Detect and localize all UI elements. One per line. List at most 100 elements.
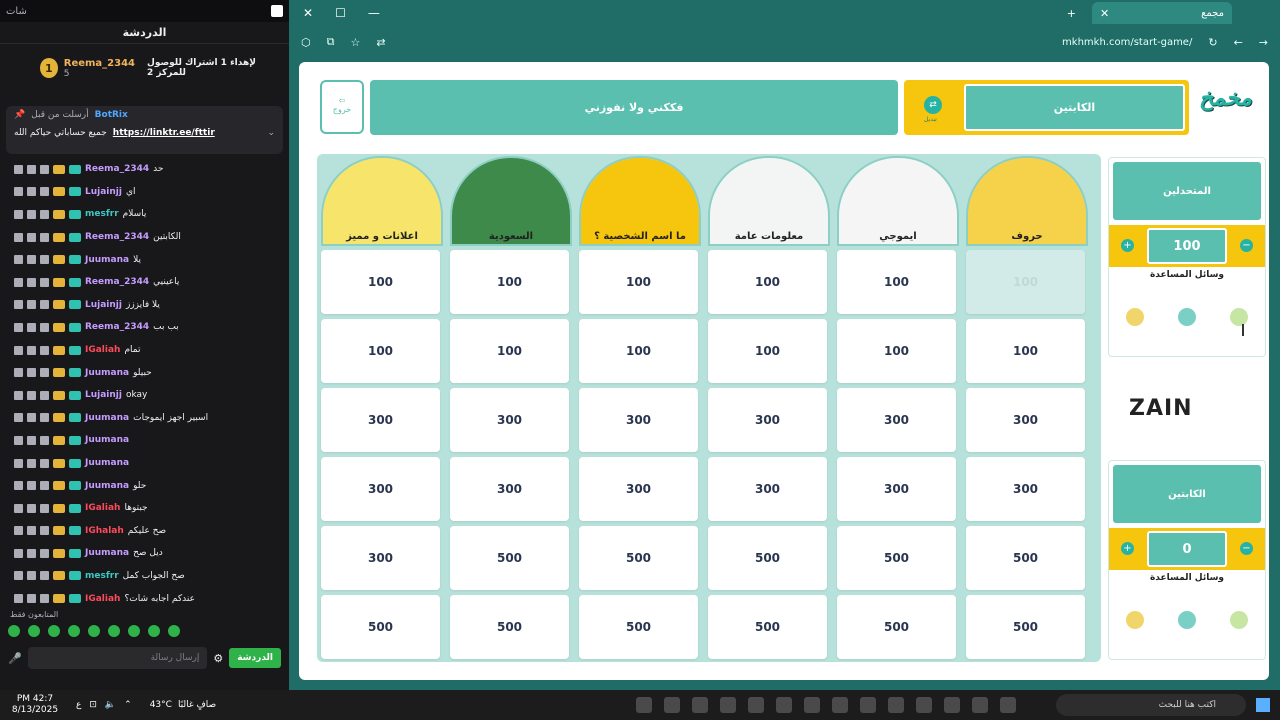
chat-username[interactable]: Reema_2344 (85, 164, 149, 174)
question-cell[interactable]: 500 (450, 595, 569, 659)
app-icon[interactable] (776, 697, 792, 713)
settings-gear-icon[interactable]: ⚙ (213, 652, 223, 665)
delete-icon[interactable] (14, 435, 23, 445)
chat-message[interactable]: IGhalah صح عليكم (0, 520, 289, 543)
chat-username[interactable]: Juumana (85, 481, 129, 491)
delete-icon[interactable] (14, 209, 23, 219)
delete-icon[interactable] (14, 481, 23, 491)
question-cell[interactable]: 100 (321, 319, 440, 383)
category-tile[interactable]: اعلانات و مميز (321, 156, 443, 246)
minimize-icon[interactable]: — (368, 6, 380, 20)
tray-expand-icon[interactable]: ⌃ (124, 700, 132, 710)
translate-icon[interactable]: ⇄ (376, 36, 385, 49)
shield-icon[interactable] (40, 571, 49, 581)
shield-icon[interactable] (40, 277, 49, 287)
browser-tab[interactable]: ✕ مجمع (1092, 2, 1232, 24)
chat-username[interactable]: Lujainjj (85, 300, 122, 310)
question-cell[interactable]: 100 (708, 250, 827, 314)
question-cell[interactable]: 500 (450, 526, 569, 590)
chat-message[interactable]: Juumana حلو (0, 474, 289, 497)
category-tile[interactable]: ايموجي (837, 156, 959, 246)
question-cell[interactable]: 300 (579, 457, 698, 521)
app-icon[interactable] (720, 697, 736, 713)
delete-icon[interactable] (14, 413, 23, 423)
plus-button[interactable]: + (1121, 239, 1134, 252)
question-cell[interactable]: 500 (579, 595, 698, 659)
question-cell[interactable]: 300 (837, 388, 956, 452)
chat-message[interactable]: mesfrr ياسلام (0, 203, 289, 226)
timeout-icon[interactable] (27, 458, 36, 468)
question-cell[interactable]: 100 (450, 250, 569, 314)
delete-icon[interactable] (14, 526, 23, 536)
chat-message[interactable]: IGaliah جبتوها (0, 497, 289, 520)
delete-icon[interactable] (14, 503, 23, 513)
shield-icon[interactable] (40, 481, 49, 491)
puzzle-icon[interactable]: ⧉ (327, 35, 335, 49)
swap-icon[interactable]: ⇄ (924, 96, 942, 114)
delete-icon[interactable] (14, 548, 23, 558)
chat-username[interactable]: Reema_2344 (85, 232, 149, 242)
chat-message[interactable]: IGaliah عندكم اجابه شات؟ (0, 587, 289, 610)
double-points-icon[interactable] (1178, 611, 1196, 629)
delete-icon[interactable] (14, 164, 23, 174)
plus-button[interactable]: + (1121, 542, 1134, 555)
question-cell[interactable]: 300 (450, 457, 569, 521)
question-cell[interactable]: 100 (837, 319, 956, 383)
app-icon[interactable] (748, 697, 764, 713)
question-cell[interactable]: 300 (321, 526, 440, 590)
help-call-icon[interactable] (1126, 611, 1144, 629)
delete-icon[interactable] (14, 277, 23, 287)
timeout-icon[interactable] (27, 548, 36, 558)
clock[interactable]: PM 42:7 8/13/2025 (0, 694, 70, 716)
question-cell[interactable]: 500 (708, 526, 827, 590)
minus-button[interactable]: − (1240, 542, 1253, 555)
delete-icon[interactable] (14, 390, 23, 400)
chat-username[interactable]: Lujainjj (85, 187, 122, 197)
pinned-link[interactable]: https://linktr.ee/fttir (113, 128, 215, 138)
language-indicator[interactable]: ع (76, 700, 81, 710)
chat-send-button[interactable]: الدردشة (229, 648, 281, 668)
app-icon[interactable] (860, 697, 876, 713)
question-cell[interactable]: 100 (579, 250, 698, 314)
app-icon[interactable] (1000, 697, 1016, 713)
app-icon[interactable] (692, 697, 708, 713)
exit-button[interactable]: ⇦ خروج (320, 80, 364, 134)
taskbar-search[interactable]: اكتب هنا للبحث (1056, 694, 1246, 716)
chat-message[interactable]: Juumana اسبير اجهز ايموجات (0, 407, 289, 430)
chat-username[interactable]: Reema_2344 (85, 322, 149, 332)
question-cell[interactable]: 300 (966, 388, 1085, 452)
chat-username[interactable]: Juumana (85, 458, 129, 468)
leaderboard-banner[interactable]: 1 Reema_2344 5 لإهداء 1 اشتراك للوصول لل… (0, 44, 289, 92)
timeout-icon[interactable] (27, 571, 36, 581)
category-tile[interactable]: السعودية (450, 156, 572, 246)
team-bar-right[interactable]: فككني ولا نفوزني (370, 80, 898, 135)
delete-icon[interactable] (14, 594, 23, 604)
back-icon[interactable]: ← (1234, 36, 1243, 49)
hole-icon[interactable] (1230, 611, 1248, 629)
shield-icon[interactable] (40, 164, 49, 174)
timeout-icon[interactable] (27, 300, 36, 310)
chat-window-control[interactable] (271, 5, 283, 17)
extensions-icon[interactable]: ⬡ (301, 36, 311, 49)
app-icon[interactable] (944, 697, 960, 713)
app-icon[interactable] (804, 697, 820, 713)
timeout-icon[interactable] (27, 232, 36, 242)
question-cell[interactable]: 500 (966, 526, 1085, 590)
forward-icon[interactable]: → (1259, 36, 1268, 49)
pin-icon[interactable]: 📌 (14, 110, 25, 120)
chat-message[interactable]: Juumana (0, 452, 289, 475)
shield-icon[interactable] (40, 594, 49, 604)
question-cell[interactable]: 300 (321, 457, 440, 521)
timeout-icon[interactable] (27, 322, 36, 332)
question-cell[interactable]: 300 (966, 457, 1085, 521)
question-cell[interactable]: 100 (966, 319, 1085, 383)
question-cell[interactable]: 300 (837, 457, 956, 521)
question-cell[interactable]: 100 (579, 319, 698, 383)
timeout-icon[interactable] (27, 481, 36, 491)
question-cell[interactable]: 100 (966, 250, 1085, 314)
question-cell[interactable]: 100 (708, 319, 827, 383)
shield-icon[interactable] (40, 368, 49, 378)
question-cell[interactable]: 500 (579, 526, 698, 590)
chat-username[interactable]: IGaliah (85, 594, 120, 604)
question-cell[interactable]: 500 (966, 595, 1085, 659)
